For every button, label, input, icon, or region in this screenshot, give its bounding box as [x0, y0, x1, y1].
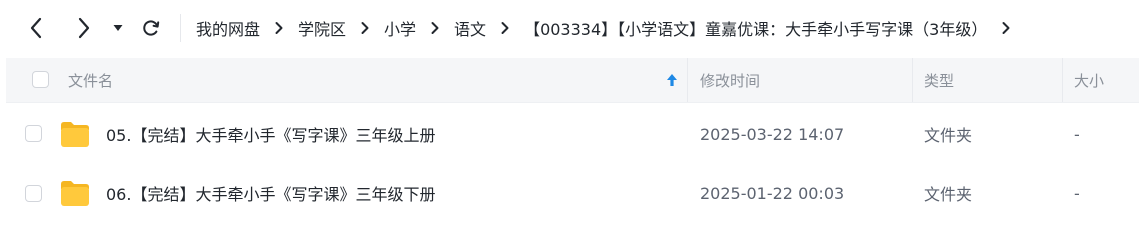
breadcrumb-item-current-folder[interactable]: 【003334】【小学语文】童嘉优课：大手牵小手写字课（3年级） — [524, 16, 987, 40]
breadcrumb-item-chinese[interactable]: 语文 — [454, 16, 486, 40]
chevron-right-icon — [274, 21, 284, 35]
file-size: - — [1074, 183, 1080, 203]
column-divider[interactable] — [1062, 58, 1063, 102]
file-type: 文件夹 — [924, 185, 973, 204]
column-header-modified[interactable]: 修改时间 — [700, 58, 760, 102]
back-button[interactable] — [22, 12, 50, 44]
chevron-right-icon — [360, 21, 370, 35]
modified-time: 2025-03-22 14:07 — [700, 124, 845, 144]
column-divider[interactable] — [687, 58, 688, 102]
row-checkbox[interactable] — [25, 185, 42, 202]
file-name[interactable]: 06.【完结】大手牵小手《写字课》三年级下册 — [106, 163, 435, 223]
toolbar-divider — [180, 14, 181, 42]
file-name[interactable]: 05.【完结】大手牵小手《写字课》三年级上册 — [106, 104, 435, 164]
sort-up-arrow-icon[interactable] — [666, 58, 678, 102]
chevron-right-icon — [78, 17, 90, 39]
breadcrumb-more-chevron-icon[interactable] — [1001, 21, 1011, 35]
caret-down-icon — [113, 25, 123, 31]
breadcrumb-item-my-drive[interactable]: 我的网盘 — [196, 16, 260, 40]
toolbar: 我的网盘 学院区 小学 语文 【003334】【小学语文】童嘉优课：大手牵小手写… — [0, 0, 1139, 56]
folder-icon — [61, 181, 89, 206]
chevron-left-icon — [30, 17, 42, 39]
file-type: 文件夹 — [924, 126, 973, 145]
forward-button[interactable] — [70, 12, 98, 44]
column-header-size[interactable]: 大小 — [1074, 58, 1104, 102]
refresh-icon — [143, 20, 160, 36]
history-dropdown-button[interactable] — [106, 12, 130, 44]
column-header-type[interactable]: 类型 — [924, 58, 954, 102]
select-all-checkbox[interactable] — [32, 71, 49, 88]
column-header-name[interactable]: 文件名 — [68, 58, 113, 102]
chevron-right-icon — [500, 21, 510, 35]
modified-time: 2025-01-22 00:03 — [700, 183, 845, 203]
breadcrumb-item-primary-school[interactable]: 小学 — [384, 16, 416, 40]
folder-icon — [61, 122, 89, 147]
breadcrumb: 我的网盘 学院区 小学 语文 【003334】【小学语文】童嘉优课：大手牵小手写… — [196, 0, 1025, 56]
refresh-button[interactable] — [136, 12, 166, 44]
row-checkbox[interactable] — [25, 125, 42, 142]
breadcrumb-item-academy[interactable]: 学院区 — [298, 16, 346, 40]
column-divider[interactable] — [912, 58, 913, 102]
file-size: - — [1074, 124, 1080, 144]
table-row[interactable]: 06.【完结】大手牵小手《写字课》三年级下册 2025-01-22 00:03 … — [6, 163, 1139, 223]
table-row[interactable]: 05.【完结】大手牵小手《写字课》三年级上册 2025-03-22 14:07 … — [6, 104, 1139, 164]
table-header: 文件名 修改时间 类型 大小 — [6, 58, 1139, 103]
chevron-right-icon — [430, 21, 440, 35]
